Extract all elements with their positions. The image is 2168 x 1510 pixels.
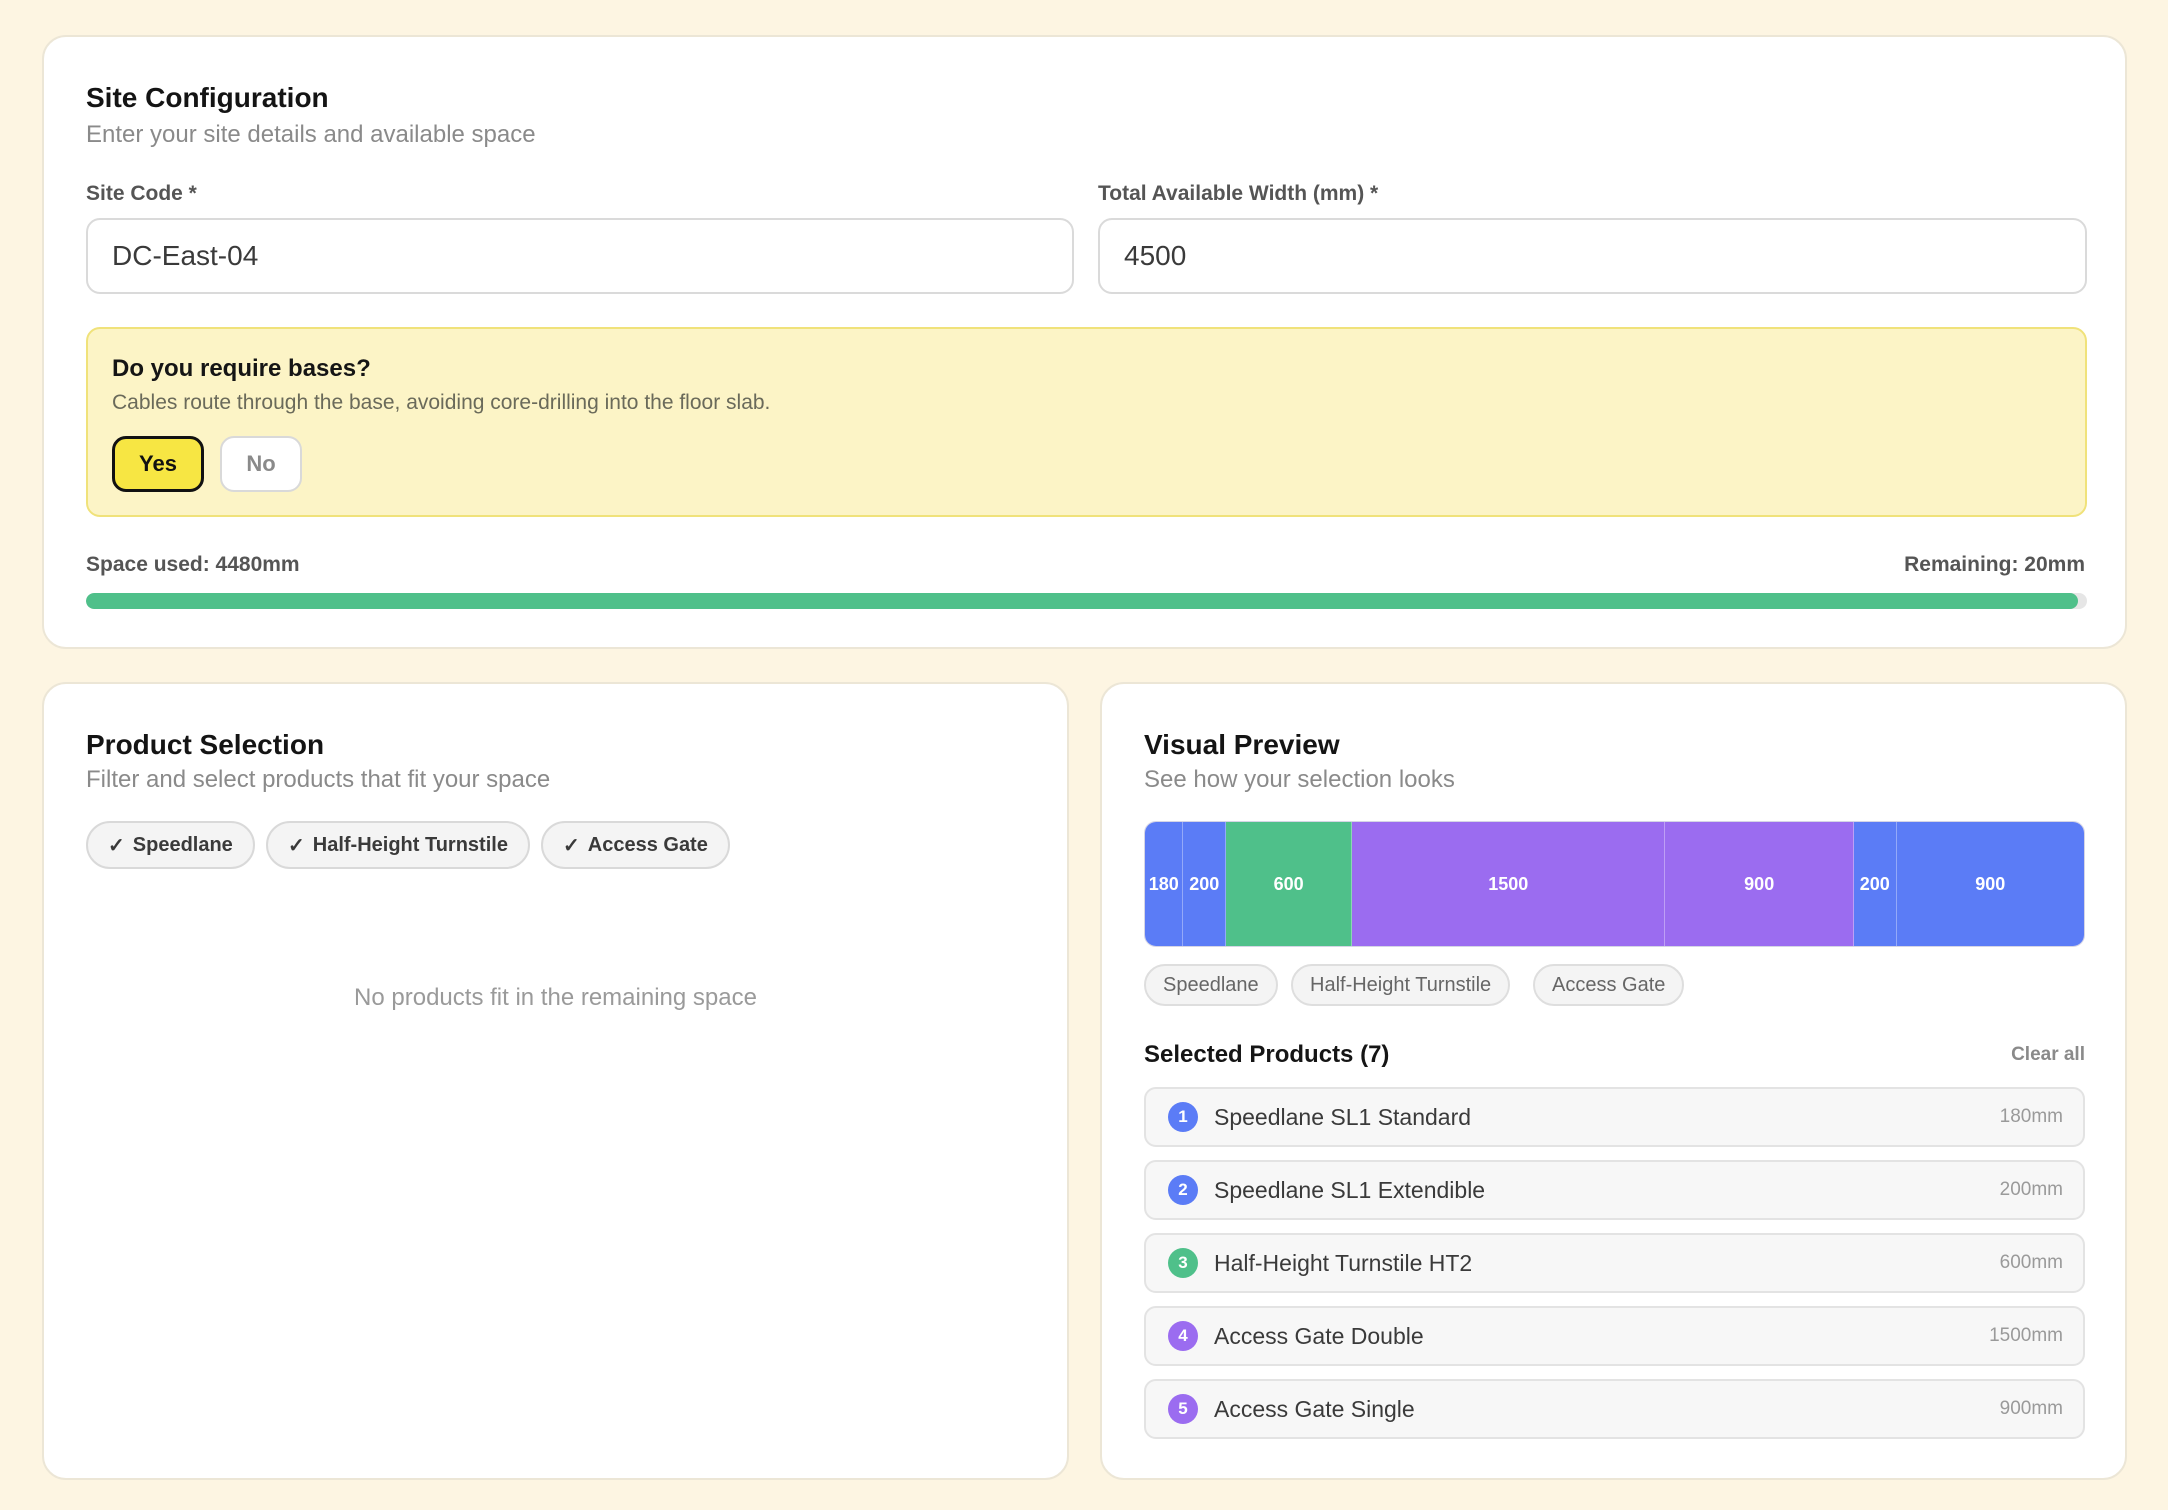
layout-preview-bar: 180 200 600 1500 900 200 900 — [1144, 821, 2085, 947]
item-number-badge: 4 — [1168, 1321, 1198, 1351]
selected-product-item[interactable]: 5 Access Gate Single 900mm — [1144, 1379, 2085, 1439]
preview-segment-4: 1500 — [1352, 822, 1666, 946]
space-progress-bar — [86, 593, 2087, 609]
visual-preview-subtitle: See how your selection looks — [1144, 766, 1455, 793]
empty-products-message: No products fit in the remaining space — [354, 984, 757, 1011]
selected-product-item[interactable]: 1 Speedlane SL1 Standard 180mm — [1144, 1087, 2085, 1147]
filter-chip-label: Speedlane — [132, 833, 233, 856]
legend-speedlane: Speedlane — [1144, 964, 1278, 1006]
preview-segment-6: 200 — [1853, 822, 1897, 946]
item-number-badge: 2 — [1168, 1175, 1198, 1205]
preview-segment-7: 900 — [1896, 822, 2084, 946]
selected-products-title: Selected Products (7) — [1144, 1041, 1390, 1068]
selected-products-list: 1 Speedlane SL1 Standard 180mm 2 Speedla… — [1144, 1087, 2085, 1452]
clear-all-button[interactable]: Clear all — [2011, 1044, 2085, 1066]
site-configuration-subtitle: Enter your site details and available sp… — [86, 121, 536, 148]
space-remaining-label: Remaining: 20mm — [1904, 553, 2085, 576]
filter-chip-access-gate[interactable]: ✓ Access Gate — [541, 821, 730, 869]
product-name: Access Gate Single — [1214, 1395, 1415, 1422]
product-width: 600mm — [1999, 1252, 2063, 1273]
filter-chip-half-height-turnstile[interactable]: ✓ Half-Height Turnstile — [266, 821, 530, 869]
product-width: 1500mm — [1989, 1325, 2063, 1346]
site-configuration-card: Site Configuration Enter your site detai… — [42, 35, 2127, 649]
product-selection-subtitle: Filter and select products that fit your… — [86, 766, 551, 793]
product-name: Speedlane SL1 Standard — [1214, 1103, 1472, 1130]
bases-question: Do you require bases? — [112, 355, 371, 382]
visual-preview-card: Visual Preview See how your selection lo… — [1100, 682, 2127, 1480]
product-name: Half-Height Turnstile HT2 — [1214, 1249, 1473, 1276]
selected-product-item[interactable]: 4 Access Gate Double 1500mm — [1144, 1306, 2085, 1366]
site-code-input[interactable] — [86, 218, 1074, 294]
item-number-badge: 3 — [1168, 1248, 1198, 1278]
legend-access-gate: Access Gate — [1533, 964, 1685, 1006]
bases-no-button[interactable]: No — [220, 436, 302, 492]
bases-description: Cables route through the base, avoiding … — [112, 391, 771, 414]
selected-product-item[interactable]: 2 Speedlane SL1 Extendible 200mm — [1144, 1160, 2085, 1220]
filter-chip-label: Half-Height Turnstile — [312, 833, 508, 856]
bases-panel: Do you require bases? Cables route throu… — [86, 327, 2087, 517]
preview-segment-2: 200 — [1183, 822, 1227, 946]
product-selection-card: Product Selection Filter and select prod… — [42, 682, 1069, 1480]
preview-segment-5: 900 — [1665, 822, 1854, 946]
filter-chip-speedlane[interactable]: ✓ Speedlane — [86, 821, 255, 869]
checkmark-icon: ✓ — [288, 834, 305, 857]
product-name: Access Gate Double — [1214, 1322, 1424, 1349]
product-width: 900mm — [1999, 1398, 2063, 1419]
space-progress-fill — [86, 593, 2079, 609]
checkmark-icon: ✓ — [108, 834, 125, 857]
product-width: 180mm — [1999, 1106, 2063, 1127]
checkmark-icon: ✓ — [563, 834, 580, 857]
total-width-label: Total Available Width (mm) * — [1098, 182, 1379, 205]
legend-half-height-turnstile: Half-Height Turnstile — [1291, 964, 1511, 1006]
visual-preview-title: Visual Preview — [1144, 729, 1340, 760]
bases-yes-button[interactable]: Yes — [112, 436, 204, 492]
item-number-badge: 5 — [1168, 1394, 1198, 1424]
selected-product-item[interactable]: 3 Half-Height Turnstile HT2 600mm — [1144, 1233, 2085, 1293]
preview-segment-3: 600 — [1226, 822, 1353, 946]
site-code-label: Site Code * — [86, 182, 197, 205]
filter-chip-label: Access Gate — [587, 833, 708, 856]
item-number-badge: 1 — [1168, 1102, 1198, 1132]
total-width-input[interactable] — [1098, 218, 2087, 294]
product-selection-title: Product Selection — [86, 729, 325, 760]
site-configuration-title: Site Configuration — [86, 82, 329, 113]
product-name: Speedlane SL1 Extendible — [1214, 1176, 1486, 1203]
preview-segment-1: 180 — [1145, 822, 1184, 946]
space-used-label: Space used: 4480mm — [86, 553, 300, 576]
product-width: 200mm — [1999, 1179, 2063, 1200]
